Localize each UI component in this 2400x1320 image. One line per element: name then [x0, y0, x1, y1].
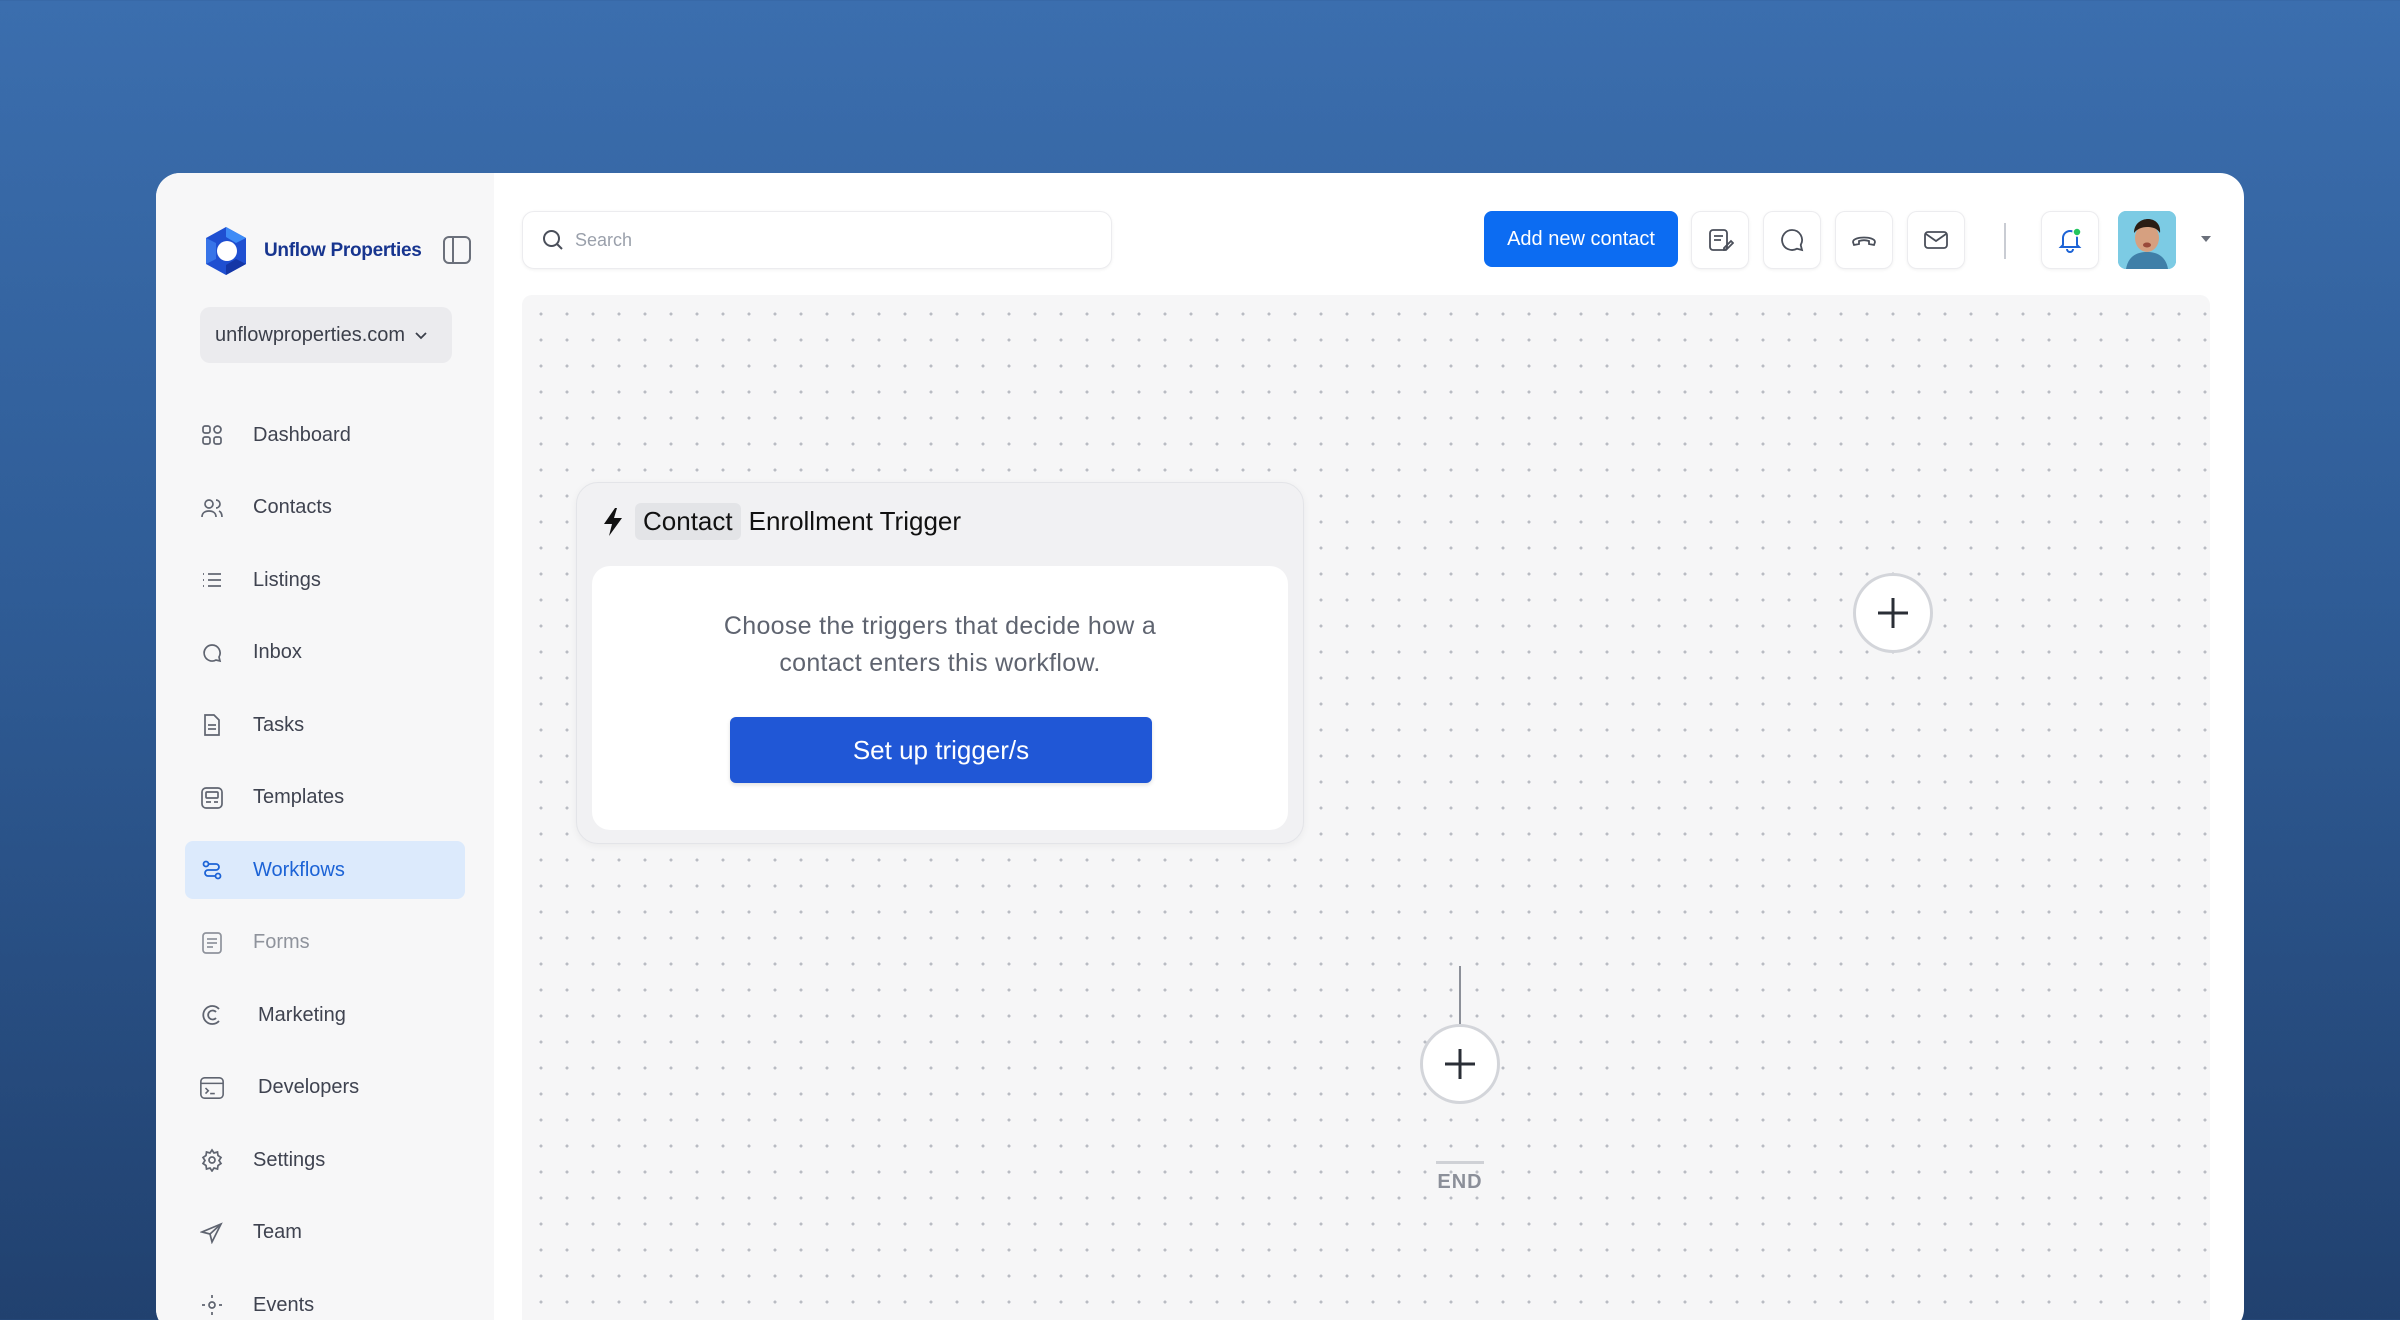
sidebar-toggle-icon[interactable]: [442, 235, 472, 265]
sidebar-item-label: Events: [253, 1293, 315, 1316]
sidebar-item-label: Inbox: [253, 641, 302, 663]
plus-icon: [1878, 598, 1908, 628]
sidebar-item-label: Tasks: [253, 713, 305, 736]
toolbar-divider: [2004, 223, 2006, 259]
form-icon: [199, 930, 225, 956]
sidebar-nav: Dashboard Contacts Listings Inbox Tasks …: [185, 406, 465, 1320]
notifications-button[interactable]: [2041, 211, 2099, 269]
search-input[interactable]: [575, 229, 1075, 251]
search-box: [522, 211, 1112, 269]
end-label: END: [1437, 1171, 1483, 1193]
sidebar-item-workflows[interactable]: Workflows: [185, 841, 465, 899]
sidebar-item-marketing[interactable]: Marketing: [185, 986, 465, 1044]
chevron-down-icon: [415, 332, 427, 340]
user-avatar-icon: [2118, 211, 2176, 269]
workflow-connector: [1459, 966, 1461, 1028]
send-icon: [199, 1220, 225, 1246]
sidebar-item-developers[interactable]: Developers: [185, 1059, 465, 1117]
mail-icon: [1924, 231, 1948, 249]
sidebar-item-label: Settings: [253, 1148, 326, 1171]
sidebar: Unflow Properties unflowproperties.com D…: [156, 173, 494, 1320]
setup-trigger-button[interactable]: Set up trigger/s: [730, 717, 1152, 783]
sidebar-item-settings[interactable]: Settings: [185, 1131, 465, 1189]
sidebar-item-templates[interactable]: Templates: [185, 769, 465, 827]
add-branch-button[interactable]: [1853, 573, 1933, 653]
sidebar-item-contacts[interactable]: Contacts: [185, 479, 465, 537]
sidebar-item-label: Listings: [253, 568, 321, 591]
bell-icon: [2058, 227, 2082, 253]
document-icon: [199, 712, 225, 738]
trigger-object-chip[interactable]: Contact: [635, 503, 741, 540]
lightning-icon: [604, 507, 622, 536]
plus-icon: [1445, 1049, 1475, 1079]
domain-select[interactable]: unflowproperties.com: [200, 307, 452, 363]
sidebar-item-label: Team: [253, 1221, 302, 1243]
end-marker-line: [1436, 1161, 1484, 1164]
chat-button[interactable]: [1763, 211, 1821, 269]
enrollment-trigger-card[interactable]: Contact Enrollment Trigger Choose the tr…: [576, 482, 1304, 844]
caret-down-icon[interactable]: [2199, 232, 2213, 246]
app-window: Unflow Properties unflowproperties.com D…: [156, 173, 2244, 1320]
workflow-icon: [199, 857, 225, 883]
sidebar-item-dashboard[interactable]: Dashboard: [185, 406, 465, 464]
sidebar-item-label: Contacts: [253, 496, 332, 518]
sidebar-item-events[interactable]: Events: [185, 1276, 465, 1320]
sidebar-item-label: Developers: [258, 1076, 360, 1098]
sidebar-item-label: Dashboard: [253, 423, 351, 446]
sidebar-item-label: Templates: [253, 786, 345, 808]
list-icon: [199, 567, 225, 593]
sidebar-item-label: Marketing: [258, 1003, 346, 1026]
avatar[interactable]: [2118, 211, 2176, 269]
trigger-description: Choose the triggers that decide how a co…: [723, 612, 1157, 677]
gear-icon: [199, 1147, 225, 1173]
sidebar-item-team[interactable]: Team: [185, 1204, 465, 1262]
brand-logo[interactable]: Unflow Properties: [200, 225, 422, 277]
notes-icon: [1709, 229, 1734, 251]
notes-button[interactable]: [1691, 211, 1749, 269]
notification-dot: [2072, 227, 2082, 237]
add-new-contact-button[interactable]: Add new contact: [1484, 211, 1678, 267]
marketing-icon: [199, 1002, 225, 1028]
sun-icon: [199, 1292, 225, 1318]
users-icon: [199, 495, 225, 521]
sidebar-item-label: Workflows: [253, 858, 345, 881]
add-step-button[interactable]: [1420, 1024, 1500, 1104]
domain-select-value: unflowproperties.com: [215, 323, 406, 346]
chat-bubble-icon: [199, 640, 225, 666]
trigger-title: Enrollment Trigger: [748, 506, 962, 536]
sidebar-item-listings[interactable]: Listings: [185, 551, 465, 609]
sidebar-item-label: Forms: [253, 931, 310, 953]
trigger-body: Choose the triggers that decide how a co…: [592, 566, 1288, 830]
terminal-icon: [199, 1075, 225, 1101]
trigger-header: Contact Enrollment Trigger: [601, 503, 961, 540]
logo-icon: [206, 227, 246, 275]
brand-name: Unflow Properties: [264, 240, 422, 261]
search-icon: [543, 230, 563, 250]
phone-button[interactable]: [1835, 211, 1893, 269]
grid-icon: [199, 422, 225, 448]
sidebar-item-inbox[interactable]: Inbox: [185, 624, 465, 682]
mail-button[interactable]: [1907, 211, 1965, 269]
phone-icon: [1852, 236, 1876, 247]
chat-icon: [1781, 229, 1804, 252]
sidebar-item-forms[interactable]: Forms: [185, 914, 465, 972]
template-icon: [199, 785, 225, 811]
sidebar-item-tasks[interactable]: Tasks: [185, 696, 465, 754]
